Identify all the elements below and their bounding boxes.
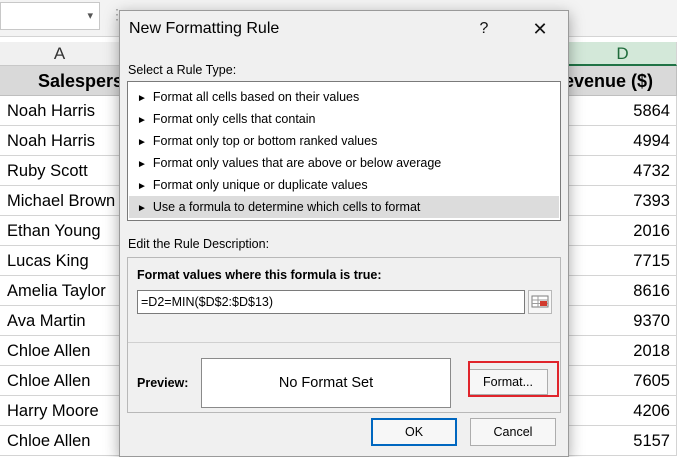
chevron-down-icon[interactable]: ▾	[87, 9, 93, 22]
salesperson-cell[interactable]: Michael Brown	[0, 186, 120, 216]
revenue-cell[interactable]: 5157	[569, 426, 677, 456]
dialog-title: New Formatting Rule	[129, 20, 280, 37]
rule-description-panel: Format values where this formula is true…	[127, 257, 561, 413]
new-formatting-rule-dialog: New Formatting Rule ? ✕ Select a Rule Ty…	[119, 10, 569, 457]
rule-type-item[interactable]: ► Format only unique or duplicate values	[129, 174, 559, 196]
salesperson-cell[interactable]: Chloe Allen	[0, 336, 120, 366]
bullet-arrow-icon: ►	[137, 159, 147, 170]
preview-label: Preview:	[137, 376, 189, 390]
range-select-button[interactable]	[528, 290, 552, 314]
rule-type-label-text: Use a formula to determine which cells t…	[152, 200, 421, 214]
revenue-cell[interactable]: 5864	[569, 96, 677, 126]
rule-type-list[interactable]: ► Format all cells based on their values ►…	[127, 81, 561, 221]
formula-heading: Format values where this formula is true…	[137, 268, 382, 282]
revenue-cell[interactable]: 9370	[569, 306, 677, 336]
salesperson-cell[interactable]: Harry Moore	[0, 396, 120, 426]
bullet-arrow-icon: ►	[137, 137, 147, 148]
range-select-icon	[531, 295, 549, 308]
header-cell-revenue[interactable]: Revenue ($)	[569, 66, 677, 96]
salesperson-cell[interactable]: Ava Martin	[0, 306, 120, 336]
salesperson-cell[interactable]: Ethan Young	[0, 216, 120, 246]
rule-type-item[interactable]: ► Format only top or bottom ranked values	[129, 130, 559, 152]
rule-type-label-text: Format only unique or duplicate values	[152, 178, 368, 192]
rule-type-item[interactable]: ► Format all cells based on their values	[129, 86, 559, 108]
revenue-cell[interactable]: 4994	[569, 126, 677, 156]
column-header-d[interactable]: D	[569, 42, 677, 66]
rule-type-item[interactable]: ► Use a formula to determine which cells …	[129, 196, 559, 218]
formula-input[interactable]: =D2=MIN($D$2:$D$13)	[137, 290, 525, 314]
ok-button[interactable]: OK	[371, 418, 457, 446]
revenue-cell[interactable]: 7605	[569, 366, 677, 396]
salesperson-cell[interactable]: Chloe Allen	[0, 366, 120, 396]
salesperson-cell[interactable]: Chloe Allen	[0, 426, 120, 456]
header-cell-salesperson[interactable]: Salesperson	[0, 66, 120, 96]
rule-type-item[interactable]: ► Format only cells that contain	[129, 108, 559, 130]
rule-type-label-text: Format all cells based on their values	[152, 90, 360, 104]
revenue-cell[interactable]: 8616	[569, 276, 677, 306]
edit-description-label: Edit the Rule Description:	[128, 237, 270, 251]
revenue-cell[interactable]: 7393	[569, 186, 677, 216]
salesperson-cell[interactable]: Lucas King	[0, 246, 120, 276]
rule-type-label-text: Format only values that are above or bel…	[152, 156, 442, 170]
salesperson-cell[interactable]: Noah Harris	[0, 96, 120, 126]
revenue-cell[interactable]: 2018	[569, 336, 677, 366]
rule-type-item[interactable]: ► Format only values that are above or be…	[129, 152, 559, 174]
close-button[interactable]: ✕	[528, 17, 552, 41]
rule-type-label: Select a Rule Type:	[128, 63, 237, 77]
revenue-cell[interactable]: 4206	[569, 396, 677, 426]
salesperson-cell[interactable]: Ruby Scott	[0, 156, 120, 186]
rule-type-label-text: Format only top or bottom ranked values	[152, 134, 378, 148]
bullet-arrow-icon: ►	[137, 115, 147, 126]
bullet-arrow-icon: ►	[137, 181, 147, 192]
help-button[interactable]: ?	[472, 17, 496, 41]
column-header-a[interactable]: A	[0, 42, 120, 66]
bullet-arrow-icon: ►	[137, 203, 147, 214]
salesperson-cell[interactable]: Amelia Taylor	[0, 276, 120, 306]
revenue-cell[interactable]: 4732	[569, 156, 677, 186]
revenue-cell[interactable]: 7715	[569, 246, 677, 276]
cancel-button[interactable]: Cancel	[470, 418, 556, 446]
preview-box: No Format Set	[201, 358, 451, 408]
name-box[interactable]: ▾	[0, 2, 100, 30]
panel-divider	[128, 342, 560, 343]
salesperson-cell[interactable]: Noah Harris	[0, 126, 120, 156]
revenue-cell[interactable]: 2016	[569, 216, 677, 246]
format-button-highlight	[468, 361, 559, 397]
rule-type-label-text: Format only cells that contain	[152, 112, 316, 126]
dialog-titlebar[interactable]: New Formatting Rule ? ✕	[120, 11, 568, 47]
bullet-arrow-icon: ►	[137, 93, 147, 104]
